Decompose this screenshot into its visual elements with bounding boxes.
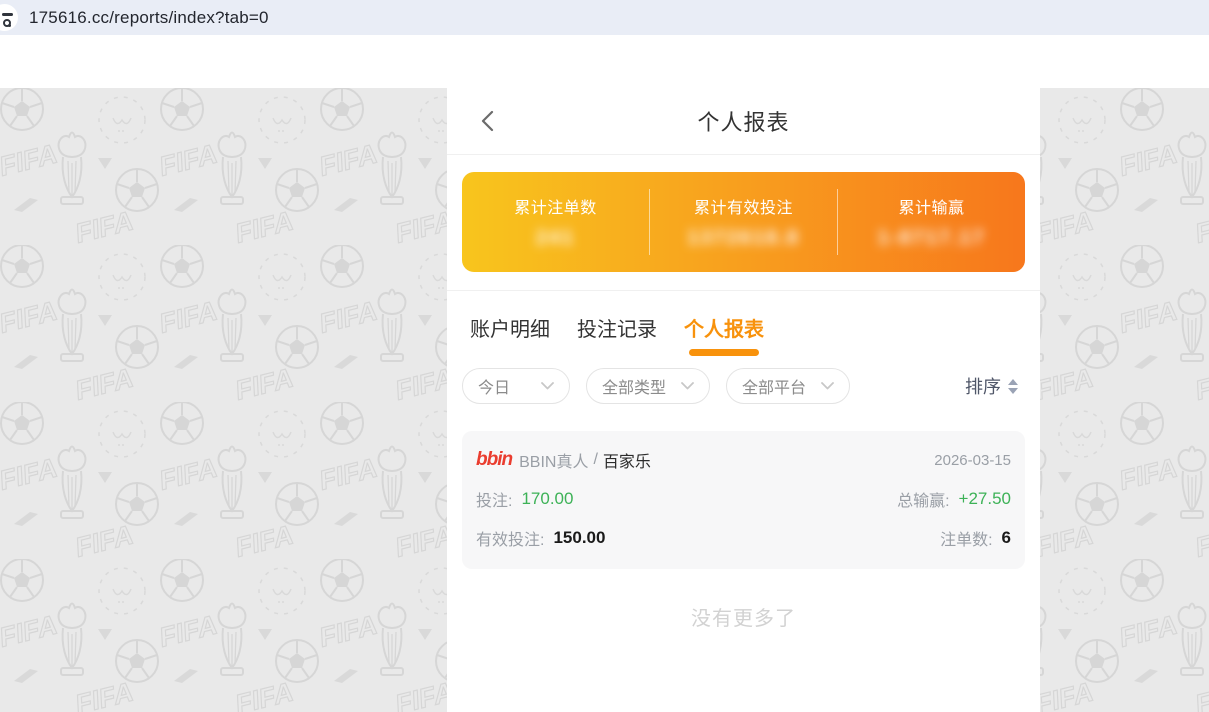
bet-value: 170.00 [521,489,573,509]
slash-separator: / [593,451,597,469]
chevron-down-icon [541,382,554,390]
game-name: 百家乐 [603,448,651,472]
tab-account-details[interactable]: 账户明细 [470,313,550,356]
stat-masked-value: 1372618.8 [687,227,800,250]
stat-label: 累计有效投注 [694,194,793,218]
sort-arrows-icon [1008,379,1018,394]
tab-personal-report[interactable]: 个人报表 [684,313,764,356]
page-title: 个人报表 [697,105,789,137]
bet-count-value: 6 [1002,528,1011,548]
record-header-row: bbin BBIN真人 / 百家乐 2026-03-15 [476,448,1011,472]
tab-bar: 账户明细 投注记录 个人报表 [447,291,1040,356]
stat-valid-bet-amount: 累计有效投注 1372618.8 [650,172,837,272]
stat-win-loss: 累计输赢 1-8717.17 [838,172,1025,272]
app-header: 个人报表 [447,88,1040,155]
stat-label: 累计输赢 [898,194,964,218]
win-loss-value: +27.50 [959,489,1011,509]
record-date: 2026-03-15 [934,452,1011,469]
stat-total-bets: 累计注单数 241 [462,172,649,272]
stat-masked-value: 1-8717.17 [877,227,985,250]
sort-control[interactable]: 排序 [965,373,1018,399]
app-panel: 个人报表 累计注单数 241 累计有效投注 1372618.8 累计输赢 1-8… [447,88,1040,712]
provider-name: BBIN真人 [519,448,588,472]
sort-label: 排序 [965,373,1001,399]
filter-date-dropdown[interactable]: 今日 [462,368,570,404]
cumulative-stats-card: 累计注单数 241 累计有效投注 1372618.8 累计输赢 1-8717.1… [462,172,1025,272]
filter-platform-dropdown[interactable]: 全部平台 [726,368,850,404]
browser-address-bar[interactable]: 175616.cc/reports/index?tab=0 [0,0,1209,35]
back-chevron-icon [480,110,494,132]
no-more-text: 没有更多了 [447,602,1040,631]
chevron-down-icon [681,382,694,390]
bet-label: 投注: [476,487,512,511]
filter-type-dropdown[interactable]: 全部类型 [586,368,710,404]
back-button[interactable] [473,107,501,135]
tab-bet-records[interactable]: 投注记录 [577,313,657,356]
stat-label: 累计注单数 [514,194,597,218]
valid-bet-value: 150.00 [553,528,605,548]
valid-bet-label: 有效投注: [476,526,544,550]
stat-masked-value: 241 [536,227,575,250]
site-favicon-ball-icon [0,4,18,31]
win-loss-label: 总输赢: [897,487,949,511]
page-background: FIFA FIFA 个人报表 累计注单数 241 [0,35,1209,712]
active-tab-underline [689,349,759,356]
filters-row: 今日 全部类型 全部平台 排序 [447,356,1040,404]
bbin-logo: bbin [476,449,512,471]
chevron-down-icon [821,382,834,390]
record-valid-bet-row: 有效投注: 150.00 注单数: 6 [476,526,1011,550]
bet-count-label: 注单数: [940,526,992,550]
url-text[interactable]: 175616.cc/reports/index?tab=0 [29,8,269,28]
report-record-card[interactable]: bbin BBIN真人 / 百家乐 2026-03-15 投注: 170.00 … [462,431,1025,569]
record-bet-row: 投注: 170.00 总输赢: +27.50 [476,487,1011,511]
